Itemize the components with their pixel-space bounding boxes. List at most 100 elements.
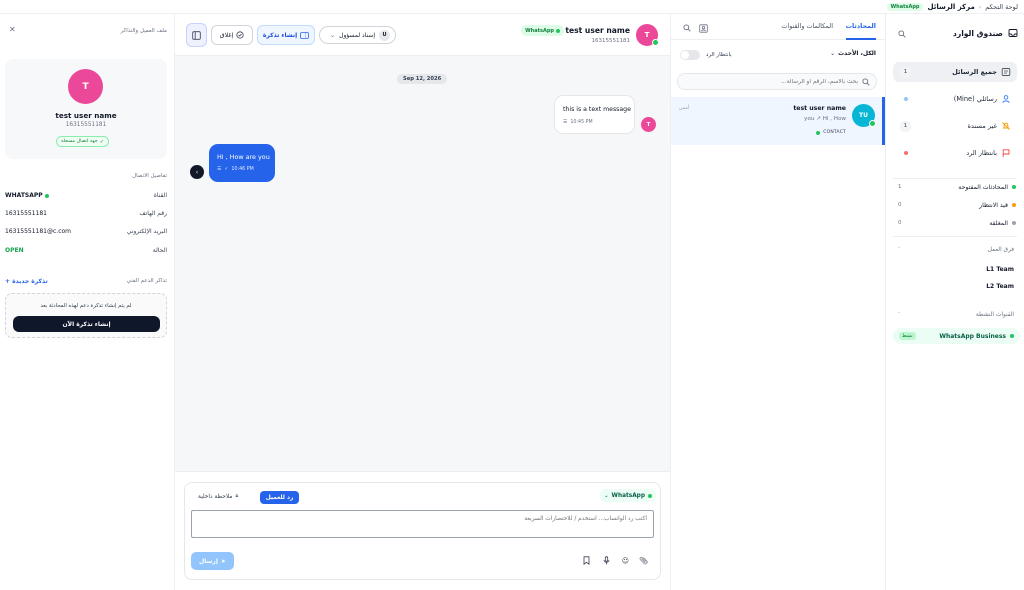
close-label: إغلاق <box>219 31 234 39</box>
send-button[interactable]: ➤ إرسال <box>191 552 234 570</box>
profile-avatar: T <box>68 69 103 104</box>
send-icon: ➤ <box>220 557 226 565</box>
channel-badge: نشط <box>899 332 916 340</box>
message-avatar: T <box>641 117 656 132</box>
status-closed[interactable]: المغلقة 0 <box>898 217 1016 229</box>
close-panel-icon[interactable]: ✕ <box>9 25 16 34</box>
inbox-sidebar: صندوق الوارد جميع الرسائل 1 رسائلي (Mine… <box>885 14 1024 590</box>
contact-details-title: تفاصيل الاتصال <box>132 173 167 179</box>
status-open[interactable]: المحادثات المفتوحة 1 <box>898 181 1016 193</box>
channel-badge: WhatsApp <box>886 3 924 11</box>
toggle-label: بانتظار الرد <box>706 52 732 58</box>
breadcrumb-dashboard[interactable]: لوحة التحكم <box>985 3 1018 11</box>
detail-value: 16315551181@c.com <box>5 228 72 235</box>
status-label: المحادثات المفتوحة <box>958 183 1008 191</box>
empty-state-text: لم يتم إنشاء تذكرة دعم لهذه المحادثة بعد <box>40 303 132 309</box>
awaiting-toggle[interactable] <box>680 50 700 60</box>
reply-tab[interactable]: رد للعميل <box>260 491 299 504</box>
nav-item-awaiting-reply[interactable]: بانتظار الرد <box>893 143 1017 163</box>
filter-label: الكل، الأحدث <box>838 50 876 57</box>
assign-dropdown[interactable]: U إسناد لمسؤول ⌄ <box>319 26 396 44</box>
detail-row-status: الحالة OPEN <box>5 247 167 257</box>
contact-avatar: T <box>636 24 659 46</box>
attach-icon[interactable]: 📎︎ <box>639 557 648 565</box>
message-text: Hi , How are you <box>217 153 270 161</box>
tab-calls-channels[interactable]: المكالمات والقنوات <box>781 22 833 30</box>
create-ticket-button[interactable]: إنشاء تذكرة <box>257 25 315 45</box>
status-count: 1 <box>898 184 902 190</box>
detail-label: رقم الهاتف <box>139 210 167 217</box>
composer-box: WhatsApp ⌄ رد للعميل 🔒︎ ملاحظة داخلية ➤ … <box>184 482 661 580</box>
nav-divider <box>893 236 1017 237</box>
team-item[interactable]: L2 Team <box>986 283 1014 290</box>
create-ticket-label: إنشاء تذكرة <box>262 31 298 39</box>
nav-item-all-messages[interactable]: جميع الرسائل 1 <box>893 62 1017 82</box>
message-bubble-outgoing[interactable]: Hi , How are you ☰ ✓ 10:46 PM <box>209 144 275 182</box>
search-icon[interactable] <box>683 24 691 32</box>
breadcrumb-separator-icon: › <box>978 3 982 11</box>
detail-label: القناة <box>153 192 167 199</box>
internal-note-tab[interactable]: 🔒︎ ملاحظة داخلية <box>198 493 238 500</box>
bookmark-icon[interactable] <box>583 556 590 565</box>
reply-textarea[interactable] <box>191 510 654 538</box>
send-label: إرسال <box>199 557 218 565</box>
profile-name: test user name <box>55 111 117 120</box>
status-label: المغلقة <box>989 219 1008 227</box>
create-ticket-now-button[interactable]: إنشاء تذكرة الآن <box>13 316 160 332</box>
composer-channel-select[interactable]: WhatsApp ⌄ <box>599 489 656 502</box>
new-ticket-link[interactable]: تذكرة جديدة + <box>5 278 48 285</box>
inbox-icon <box>1008 28 1018 38</box>
nav-title: صندوق الوارد <box>952 28 1003 38</box>
tickets-section-title: تذاكر الدعم الفني <box>126 278 167 284</box>
status-pending[interactable]: قيد الانتظار 0 <box>898 199 1016 211</box>
top-bar: لوحة التحكم › مركز الرسائل WhatsApp <box>0 0 1024 14</box>
status-dot <box>1012 203 1016 207</box>
teams-section-header[interactable]: فرق العمل ˄ <box>898 247 1014 253</box>
check-circle-icon: ✓ <box>99 138 104 145</box>
nav-item-mine[interactable]: رسائلي (Mine) <box>893 89 1017 109</box>
conv-preview: you ↗ Hi , How <box>804 116 846 122</box>
message-icon: ☰ <box>217 167 222 172</box>
tab-conversations[interactable]: المحادثات <box>846 22 876 30</box>
flag-icon <box>1001 148 1011 158</box>
emoji-icon[interactable]: ☺ <box>622 557 629 565</box>
close-conversation-button[interactable]: إغلاق <box>211 25 253 45</box>
toggle-details-panel-button[interactable] <box>186 23 207 47</box>
channel-status-dot <box>1010 334 1014 338</box>
nav-item-unassigned[interactable]: غير مسندة 1 <box>893 116 1017 136</box>
status-dot <box>1012 221 1016 225</box>
conversation-item[interactable]: TU test user name أمس you ↗ Hi , How CON… <box>671 97 885 145</box>
details-panel-title: ملف العميل والتذاكر <box>120 28 167 34</box>
nav-item-label: رسائلي (Mine) <box>953 95 997 103</box>
teams-header: فرق العمل <box>987 247 1014 253</box>
assign-label: إسناد لمسؤول <box>339 31 375 39</box>
channels-section-header[interactable]: القنوات النشطة ˄ <box>898 312 1014 318</box>
status-count: 0 <box>898 220 902 226</box>
registered-contact-badge: ✓ جهة اتصال مسجلة <box>56 136 109 147</box>
chevron-down-icon: ⌄ <box>330 31 336 39</box>
note-tab-label: ملاحظة داخلية <box>198 493 233 500</box>
search-box[interactable] <box>677 73 877 90</box>
search-input-icon <box>862 77 870 86</box>
conversation-search-input[interactable] <box>688 78 858 85</box>
message-bubble-incoming[interactable]: this is a text message ☰ 10:45 PM <box>554 95 635 134</box>
message-text: this is a text message <box>563 106 631 113</box>
nav-search-icon[interactable] <box>898 30 906 38</box>
team-item[interactable]: L1 Team <box>986 266 1014 273</box>
conv-avatar: TU <box>852 104 876 127</box>
team-label: L1 Team <box>986 266 1014 273</box>
filter-dropdown[interactable]: الكل، الأحدث ⌄ <box>830 50 876 57</box>
tickets-empty-state: لم يتم إنشاء تذكرة دعم لهذه المحادثة بعد… <box>5 293 167 338</box>
nav-item-count: 1 <box>900 120 911 132</box>
contacts-icon[interactable] <box>699 24 708 33</box>
channel-chip: WhatsApp <box>521 25 564 36</box>
message-meta: ☰ ✓ 10:46 PM <box>217 167 254 172</box>
customer-details-panel: ملف العميل والتذاكر ✕ T test user name 1… <box>0 14 175 590</box>
profile-phone: 16315551181 <box>65 122 107 128</box>
channels-header: القنوات النشطة <box>975 312 1014 318</box>
channel-item-whatsapp[interactable]: WhatsApp Business نشط <box>893 328 1020 344</box>
detail-label: الحالة <box>152 247 167 254</box>
microphone-icon[interactable] <box>603 556 610 565</box>
check-circle-icon <box>236 31 244 39</box>
team-label: L2 Team <box>986 283 1014 290</box>
